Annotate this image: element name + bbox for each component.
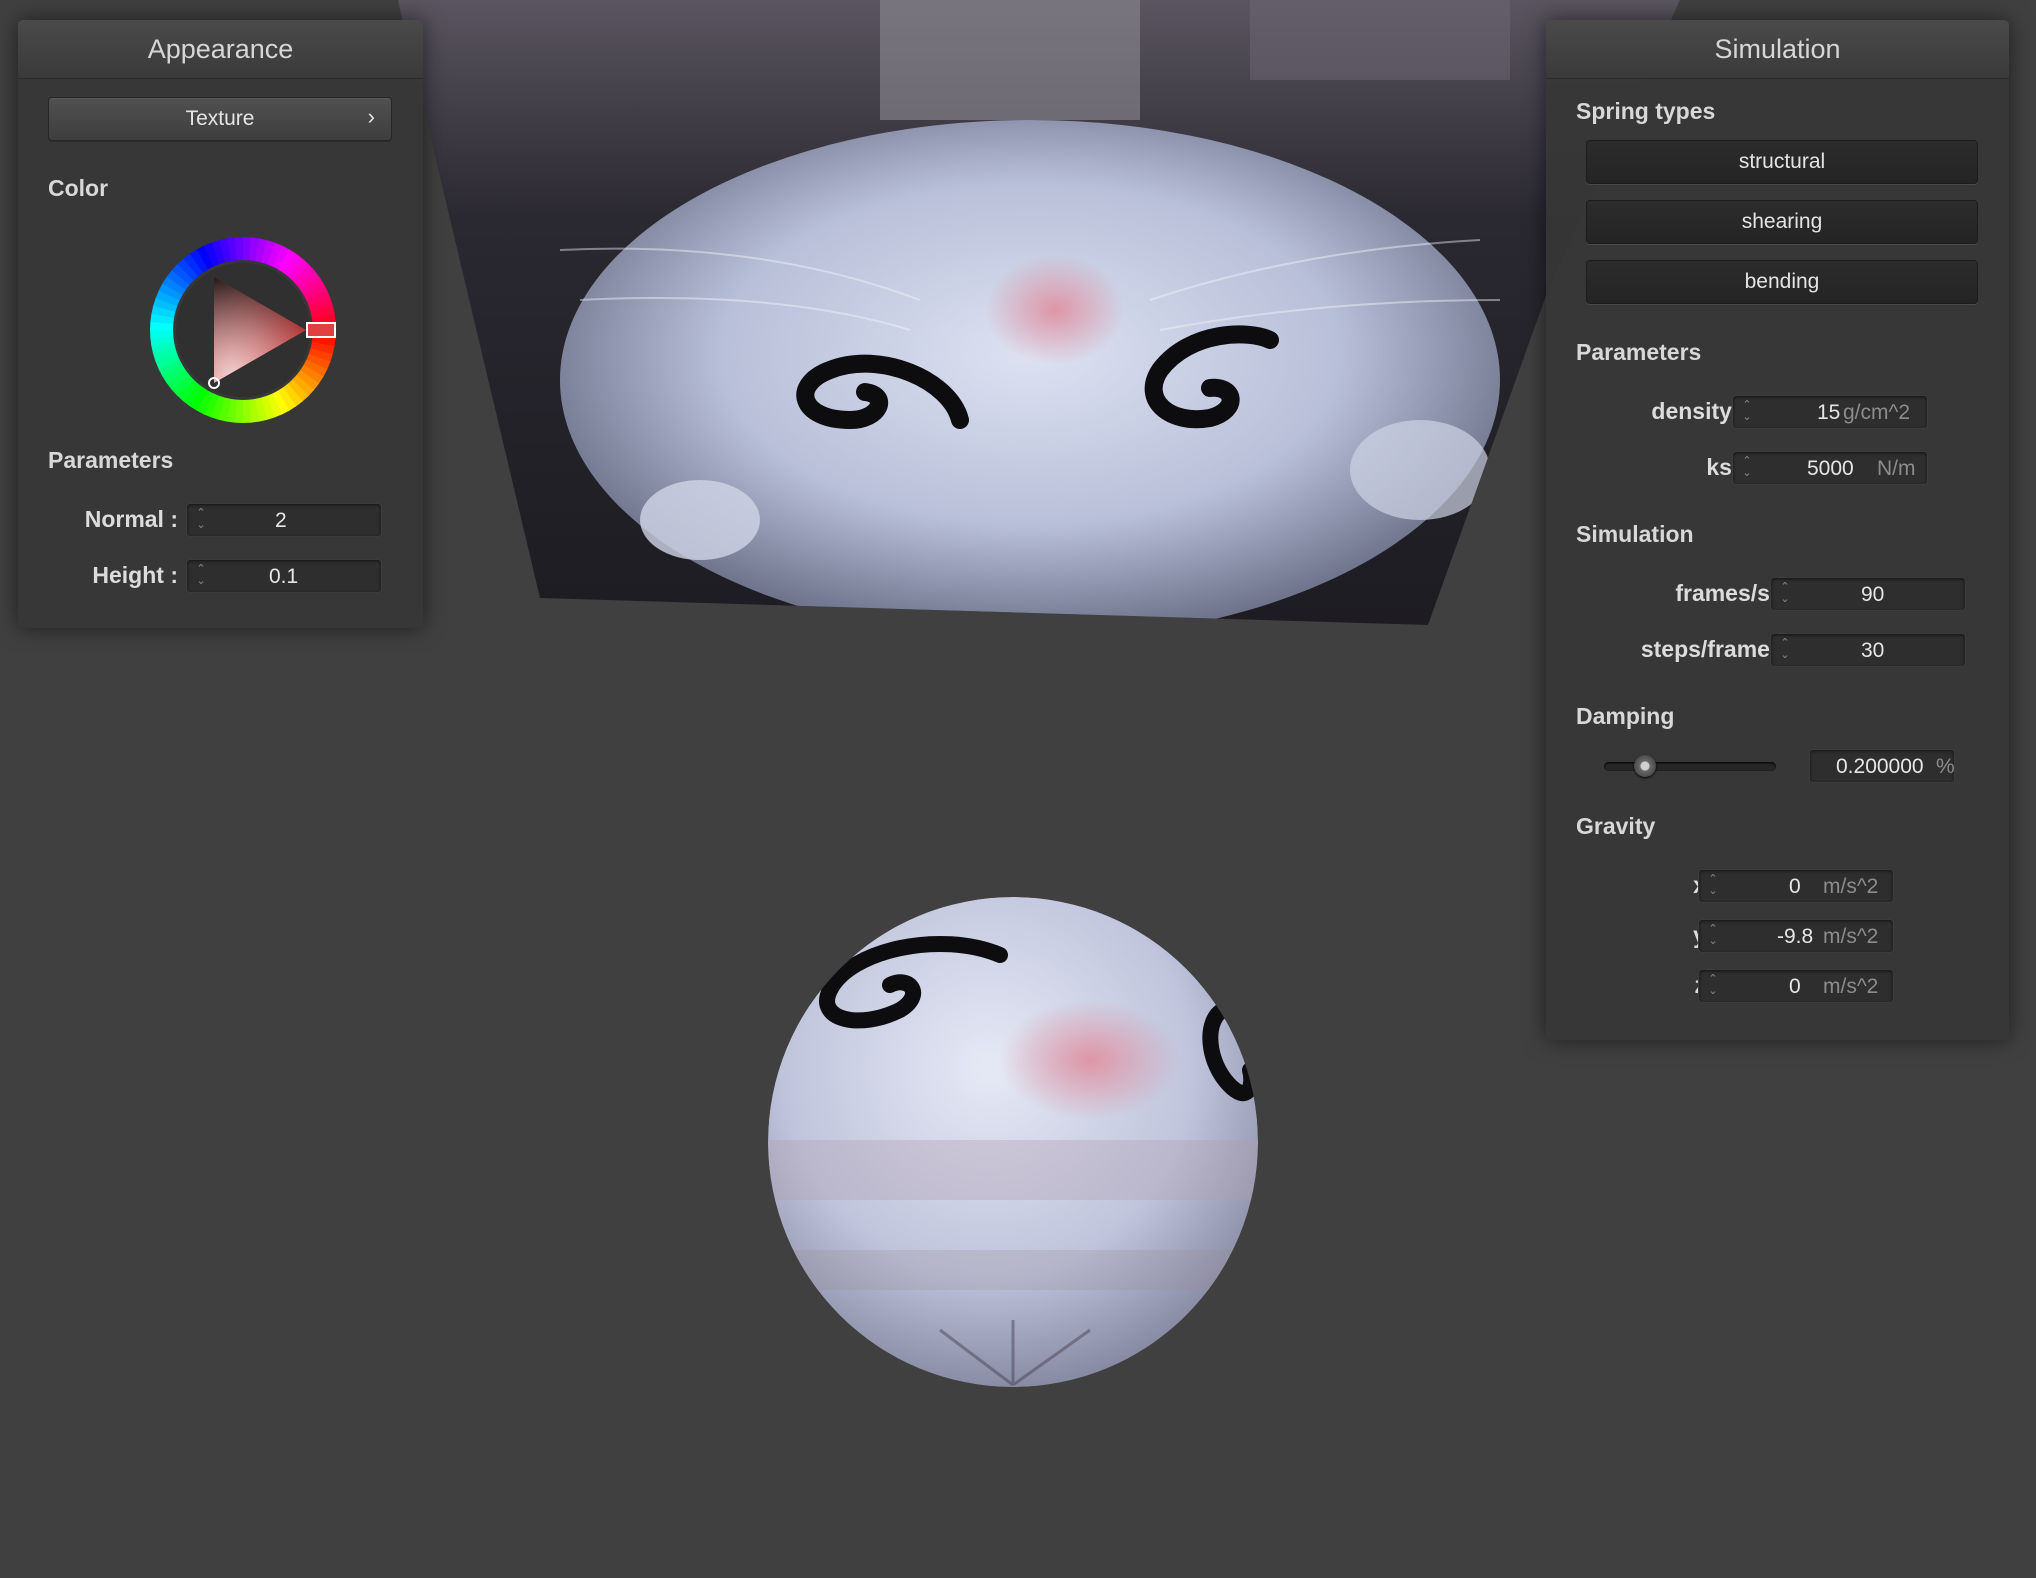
spin-arrows-icon[interactable]: ⌃ ⌄	[1707, 923, 1719, 949]
gravity-z-value: 0	[1789, 975, 1801, 998]
ks-value: 5000	[1807, 457, 1854, 480]
damping-label: Damping	[1576, 703, 1675, 729]
appearance-parameters-label: Parameters	[48, 447, 174, 473]
spin-arrows-icon[interactable]: ⌃ ⌄	[1707, 873, 1719, 899]
ks-spinbox[interactable]: ⌃ ⌄ 5000 N/m	[1732, 451, 1928, 485]
spin-arrows-icon[interactable]: ⌃ ⌄	[1779, 637, 1791, 663]
color-label: Color	[48, 175, 109, 201]
normal-label: Normal :	[84, 506, 178, 532]
damping-slider-track	[1604, 762, 1776, 771]
normal-value: 2	[275, 509, 287, 532]
damping-slider-handle[interactable]	[1634, 755, 1656, 777]
density-value: 15	[1817, 401, 1841, 424]
appearance-panel-title[interactable]: Appearance	[18, 20, 423, 79]
damping-unit: %	[1936, 755, 1955, 778]
ks-label: ks :	[1706, 454, 1746, 480]
spin-arrows-icon[interactable]: ⌃ ⌄	[1707, 973, 1719, 999]
density-unit: g/cm^2	[1843, 401, 1911, 424]
damping-value: 0.200000	[1836, 755, 1924, 778]
density-label: density :	[1651, 398, 1746, 424]
gravity-x-value: 0	[1789, 875, 1801, 898]
gravity-y-unit: m/s^2	[1823, 925, 1879, 948]
simulation-section-label: Simulation	[1576, 521, 1694, 547]
damping-slider[interactable]	[1604, 755, 1776, 777]
height-value: 0.1	[269, 565, 299, 588]
gravity-label: Gravity	[1576, 813, 1656, 839]
texture-button-label: Texture	[185, 107, 255, 130]
structural-spring-button[interactable]: structural	[1586, 140, 1978, 184]
sphere-mesh	[768, 897, 1258, 1387]
simulation-panel: Simulation Spring types structural shear…	[1546, 20, 2009, 1040]
gravity-z-unit: m/s^2	[1823, 975, 1879, 998]
frames-per-second-label: frames/s :	[1675, 580, 1784, 606]
bending-spring-button[interactable]: bending	[1586, 260, 1978, 304]
gravity-y-spinbox[interactable]: ⌃ ⌄ -9.8 m/s^2	[1698, 919, 1894, 953]
height-spinbox[interactable]: ⌃ ⌄ 0.1	[186, 559, 382, 593]
spin-arrows-icon[interactable]: ⌃ ⌄	[1779, 581, 1791, 607]
color-wheel-icon[interactable]	[133, 220, 353, 440]
frames-per-second-value: 90	[1861, 583, 1885, 606]
spin-arrows-icon[interactable]: ⌃ ⌄	[1741, 455, 1753, 481]
chevron-right-icon: ›	[367, 104, 375, 129]
spin-arrows-icon[interactable]: ⌃ ⌄	[1741, 399, 1753, 425]
simulation-parameters-label: Parameters	[1576, 339, 1702, 365]
steps-per-frame-spinbox[interactable]: ⌃ ⌄ 30	[1770, 633, 1966, 667]
simulation-panel-title[interactable]: Simulation	[1546, 20, 2009, 79]
normal-spinbox[interactable]: ⌃ ⌄ 2	[186, 503, 382, 537]
shearing-spring-button[interactable]: shearing	[1586, 200, 1978, 244]
gravity-y-value: -9.8	[1777, 925, 1814, 948]
spring-types-label: Spring types	[1576, 98, 1716, 124]
spin-arrows-icon[interactable]: ⌃ ⌄	[195, 507, 207, 533]
frames-per-second-spinbox[interactable]: ⌃ ⌄ 90	[1770, 577, 1966, 611]
gravity-x-unit: m/s^2	[1823, 875, 1879, 898]
height-label: Height :	[92, 562, 178, 588]
cloth-mesh	[398, 0, 1680, 625]
steps-per-frame-label: steps/frame :	[1640, 636, 1784, 662]
gravity-x-spinbox[interactable]: ⌃ ⌄ 0 m/s^2	[1698, 869, 1894, 903]
density-spinbox[interactable]: ⌃ ⌄ 15 g/cm^2	[1732, 395, 1928, 429]
texture-button[interactable]: Texture ›	[48, 97, 392, 141]
ks-unit: N/m	[1877, 457, 1916, 480]
damping-value-box[interactable]: 0.200000 %	[1809, 749, 1955, 783]
gravity-z-spinbox[interactable]: ⌃ ⌄ 0 m/s^2	[1698, 969, 1894, 1003]
appearance-panel: Appearance Texture › Color Parameters No…	[18, 20, 423, 628]
steps-per-frame-value: 30	[1861, 639, 1885, 662]
spin-arrows-icon[interactable]: ⌃ ⌄	[195, 563, 207, 589]
